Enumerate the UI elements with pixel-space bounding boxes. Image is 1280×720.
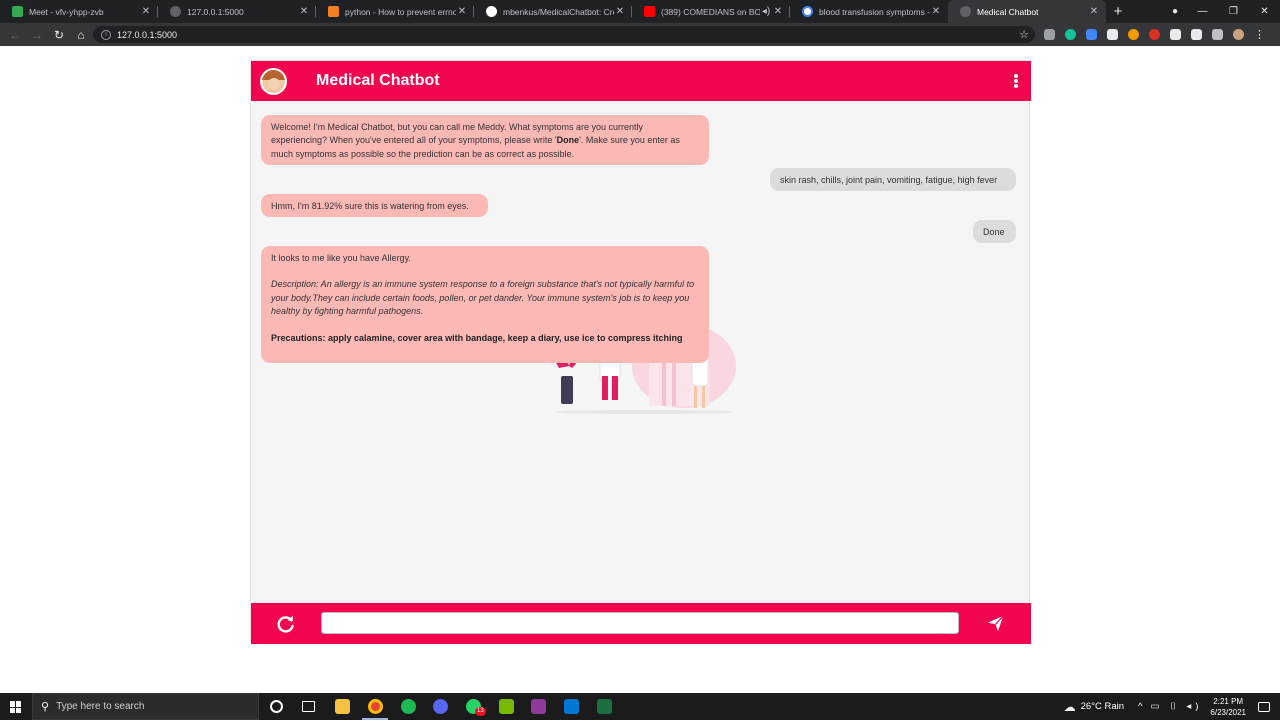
bot-message-guess: Hmm, I'm 81.92% sure this is watering fr…	[261, 194, 488, 217]
google-meet-favicon-icon	[12, 6, 23, 17]
close-tab-icon[interactable]: ✕	[140, 6, 152, 17]
nvidia-icon[interactable]	[499, 699, 514, 714]
browser-tab[interactable]: blood transfusion symptoms - G ✕	[790, 0, 948, 23]
speaker-icon[interactable]: ◂)	[760, 6, 772, 17]
extension-icon[interactable]	[1086, 29, 1097, 40]
stackoverflow-favicon-icon	[328, 6, 339, 17]
browser-tab-active[interactable]: Medical Chatbot ✕	[948, 0, 1106, 23]
back-icon[interactable]: ←	[4, 28, 26, 42]
new-tab-button[interactable]: +	[1106, 0, 1130, 23]
system-clock[interactable]: 2:21 PM 6/23/2021	[1210, 696, 1246, 718]
youtube-favicon-icon	[644, 6, 655, 17]
user-message-symptoms: skin rash, chills, joint pain, vomiting,…	[770, 168, 1016, 191]
extension-icon[interactable]	[1170, 29, 1181, 40]
tab-title: Meet - vfv-yhpp-zvb	[29, 6, 104, 17]
globe-favicon-icon	[170, 6, 181, 17]
winrar-icon[interactable]	[531, 699, 546, 714]
tray-icons[interactable]: ▭ ⌷ ◂)	[1151, 701, 1203, 712]
diagnosis-description: Description: An allergy is an immune sys…	[271, 279, 695, 317]
chrome-menu-icon[interactable]: ⋮	[1254, 28, 1265, 41]
diagnosis-precautions: Precautions: apply calamine, cover area …	[271, 332, 683, 343]
chat-footer	[251, 603, 1031, 644]
windows-taskbar: ⚲ Type here to search 13 ☁ 26°C Rain ^ ▭…	[0, 693, 1280, 720]
extensions-puzzle-icon[interactable]	[1191, 29, 1202, 40]
tab-title: mbenkus/MedicalChatbot: Creat	[503, 6, 614, 17]
extensions-area: ⋮	[1044, 28, 1265, 41]
google-favicon-icon	[802, 6, 813, 17]
tab-title: (389) COMEDIANS on BOAR	[661, 6, 760, 17]
extension-icon[interactable]	[1149, 29, 1160, 40]
chatbot-window: Medical Chatbot Welcome! I'm Medical Cha…	[250, 60, 1031, 644]
diagnosis-line: It looks to me like you have Allergy.	[271, 253, 411, 263]
close-tab-icon[interactable]: ✕	[772, 6, 784, 17]
restore-icon[interactable]: ❐	[1218, 6, 1249, 17]
clock-time: 2:21 PM	[1213, 696, 1244, 706]
user-message-done: Done	[973, 220, 1016, 243]
message-input[interactable]	[321, 612, 959, 634]
reload-icon[interactable]: ↻	[48, 28, 70, 42]
globe-favicon-icon	[960, 6, 971, 17]
system-tray: ☁ 26°C Rain ^ ▭ ⌷ ◂) 2:21 PM 6/23/2021	[1064, 693, 1280, 720]
close-tab-icon[interactable]: ✕	[614, 6, 626, 17]
bot-avatar	[260, 68, 287, 95]
weather-text[interactable]: 26°C Rain	[1081, 701, 1124, 712]
tab-title: 127.0.0.1:5000	[187, 6, 244, 17]
browser-tab[interactable]: Meet - vfv-yhpp-zvb ✕	[0, 0, 158, 23]
bot-message-diagnosis: It looks to me like you have Allergy. De…	[261, 246, 709, 363]
tab-title: blood transfusion symptoms - G	[819, 6, 930, 17]
close-tab-icon[interactable]: ✕	[298, 6, 310, 17]
browser-toolbar: ← → ↻ ⌂ i 127.0.0.1:5000 ☆ ⋮	[0, 23, 1280, 46]
clock-date: 6/23/2021	[1210, 707, 1246, 717]
github-favicon-icon	[486, 6, 497, 17]
taskbar-search-box[interactable]: ⚲ Type here to search	[32, 693, 259, 720]
bot-message-welcome: Welcome! I'm Medical Chatbot, but you ca…	[261, 115, 709, 165]
site-info-icon[interactable]: i	[101, 29, 111, 40]
search-icon: ⚲	[41, 701, 50, 713]
whatsapp-badge: 13	[475, 707, 486, 716]
restart-chat-icon[interactable]	[276, 614, 296, 634]
spotify-icon[interactable]	[401, 699, 416, 714]
browser-tab-strip: Meet - vfv-yhpp-zvb ✕ 127.0.0.1:5000 ✕ p…	[0, 0, 1280, 23]
profile-avatar-icon[interactable]	[1233, 29, 1244, 40]
grammarly-icon[interactable]	[1065, 29, 1076, 40]
vscode-icon[interactable]	[564, 699, 579, 714]
file-explorer-icon[interactable]	[335, 699, 350, 714]
chrome-icon[interactable]	[368, 699, 383, 714]
browser-tab[interactable]: python - How to prevent errno 1 ✕	[316, 0, 474, 23]
windows-start-icon[interactable]	[10, 701, 22, 713]
close-tab-icon[interactable]: ✕	[456, 6, 468, 17]
minimize-icon[interactable]: —	[1187, 6, 1218, 17]
window-controls: ● — ❐ ✕	[1163, 0, 1280, 23]
tab-title: python - How to prevent errno 1	[345, 6, 456, 17]
more-options-icon[interactable]	[1014, 74, 1018, 88]
profile-menu-icon[interactable]: ●	[1163, 6, 1187, 17]
excel-icon[interactable]	[597, 699, 612, 714]
reading-list-icon[interactable]	[1212, 29, 1223, 40]
close-tab-icon[interactable]: ✕	[1088, 6, 1100, 17]
extension-icon[interactable]	[1107, 29, 1118, 40]
extension-icon[interactable]	[1044, 29, 1055, 40]
weather-cloud-icon[interactable]: ☁	[1064, 700, 1076, 714]
show-hidden-icons-icon[interactable]: ^	[1138, 701, 1142, 712]
address-bar[interactable]: i 127.0.0.1:5000 ☆	[93, 26, 1035, 43]
browser-tab[interactable]: 127.0.0.1:5000 ✕	[158, 0, 316, 23]
chat-header: Medical Chatbot	[251, 61, 1031, 101]
cortana-icon[interactable]	[270, 700, 283, 713]
discord-icon[interactable]	[433, 699, 448, 714]
close-window-icon[interactable]: ✕	[1249, 6, 1280, 17]
url-text: 127.0.0.1:5000	[117, 29, 178, 40]
bookmark-star-icon[interactable]: ☆	[1019, 28, 1029, 41]
forward-icon[interactable]: →	[26, 28, 48, 42]
taskbar-search-placeholder: Type here to search	[56, 701, 145, 712]
browser-tab[interactable]: mbenkus/MedicalChatbot: Creat ✕	[474, 0, 632, 23]
send-icon[interactable]	[987, 615, 1004, 632]
browser-tab[interactable]: (389) COMEDIANS on BOAR ◂) ✕	[632, 0, 790, 23]
chat-title: Medical Chatbot	[316, 72, 440, 89]
home-icon[interactable]: ⌂	[70, 28, 92, 42]
extension-icon[interactable]	[1128, 29, 1139, 40]
close-tab-icon[interactable]: ✕	[930, 6, 942, 17]
task-view-icon[interactable]	[302, 701, 315, 712]
notifications-icon[interactable]	[1258, 701, 1270, 712]
tab-title: Medical Chatbot	[977, 6, 1039, 17]
